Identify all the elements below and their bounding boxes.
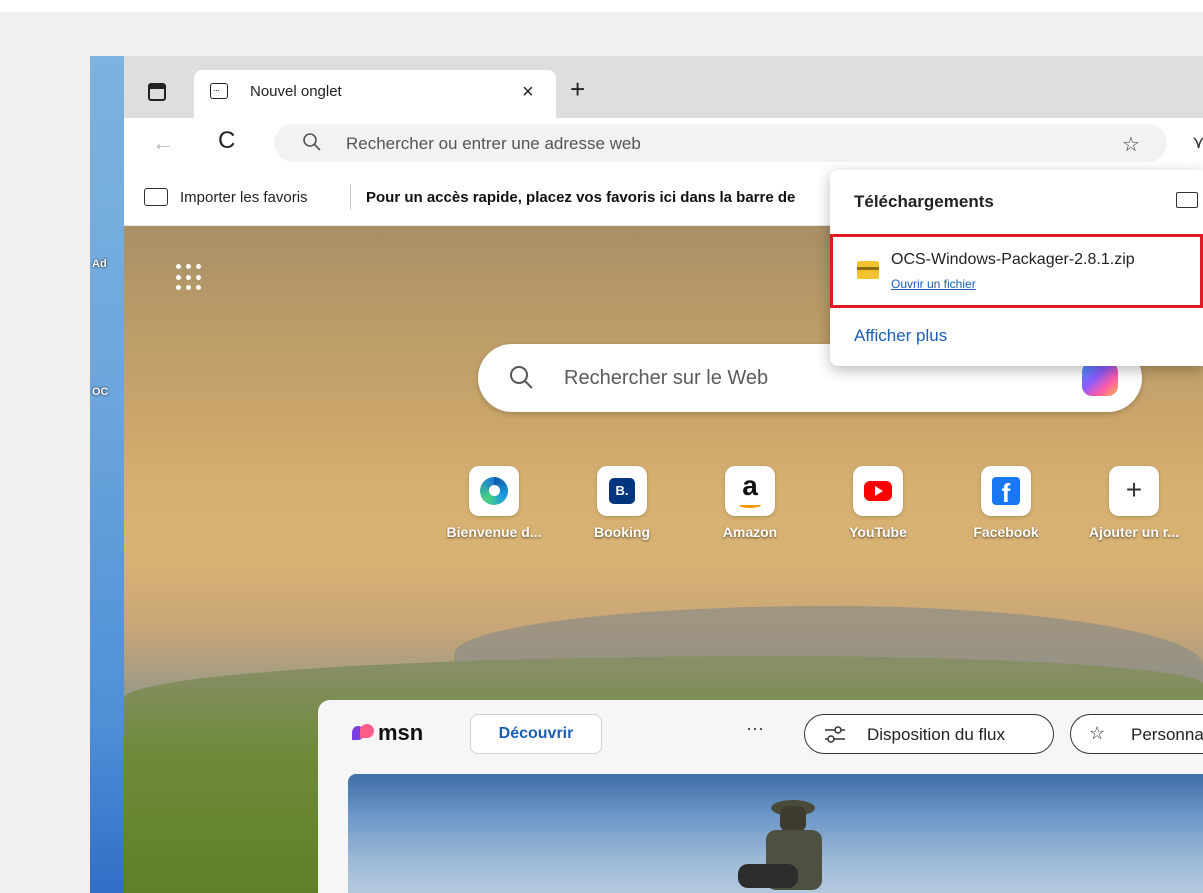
quick-link-booking[interactable]: B. Booking xyxy=(562,466,682,540)
amazon-icon: a xyxy=(742,470,758,501)
desktop-background: Ad OC xyxy=(90,56,124,893)
address-placeholder: Rechercher ou entrer une adresse web xyxy=(346,134,641,153)
open-file-link[interactable]: Ouvrir un fichier xyxy=(891,277,976,291)
quick-link-label: Facebook xyxy=(973,524,1039,540)
new-tab-button[interactable]: + xyxy=(570,76,585,102)
booking-icon: B. xyxy=(609,478,635,504)
quick-link-facebook[interactable]: f Facebook xyxy=(946,466,1066,540)
search-icon xyxy=(510,366,533,389)
personalize-button[interactable]: ☆ Personnaliser xyxy=(1070,714,1203,754)
quick-link-label: YouTube xyxy=(849,524,907,540)
tab-new-tab[interactable]: Nouvel onglet × xyxy=(194,70,556,118)
youtube-icon xyxy=(864,481,892,501)
quick-link-youtube[interactable]: YouTube xyxy=(818,466,938,540)
address-bar[interactable]: Rechercher ou entrer une adresse web ☆ xyxy=(274,124,1167,162)
import-favorites-icon xyxy=(144,188,168,206)
quick-link-label: Ajouter un r... xyxy=(1088,524,1180,540)
reload-icon[interactable]: C xyxy=(218,127,235,155)
top-strip xyxy=(0,0,1203,12)
desktop-label[interactable]: OC xyxy=(92,386,109,398)
download-item[interactable]: OCS-Windows-Packager-2.8.1.zip Ouvrir un… xyxy=(830,234,1203,308)
amazon-smile xyxy=(739,502,761,508)
news-image[interactable] xyxy=(348,774,1203,893)
feed-layout-label: Disposition du flux xyxy=(867,725,1005,744)
downloads-panel: Téléchargements OCS-Windows-Packager-2.8… xyxy=(830,170,1203,366)
news-photo-figure xyxy=(738,800,822,890)
quick-link-amazon[interactable]: a Amazon xyxy=(690,466,810,540)
new-tab-icon xyxy=(210,83,228,99)
personalize-label: Personnaliser xyxy=(1131,725,1203,744)
vertical-tabs-icon[interactable] xyxy=(148,83,166,101)
quick-link-edge[interactable]: Bienvenue d... xyxy=(434,466,554,540)
quick-link-label: Bienvenue d... xyxy=(446,524,542,540)
sliders-icon xyxy=(825,726,845,743)
plus-icon: + xyxy=(1125,474,1143,505)
msn-brand: msn xyxy=(378,720,424,745)
discover-button[interactable]: Découvrir xyxy=(470,714,602,754)
quick-link-label: Booking xyxy=(594,524,650,540)
close-tab-icon[interactable]: × xyxy=(522,81,534,104)
favorites-divider xyxy=(350,184,351,210)
tab-title: Nouvel onglet xyxy=(250,83,342,100)
zip-folder-icon xyxy=(857,261,879,279)
feed-layout-button[interactable]: Disposition du flux xyxy=(804,714,1054,754)
quick-link-add[interactable]: + Ajouter un r... xyxy=(1074,466,1194,540)
msn-feed: msn Découvrir ··· Disposition du flux ☆ … xyxy=(318,700,1203,893)
desktop-label[interactable]: Ad xyxy=(92,258,107,270)
favorites-hint: Pour un accès rapide, placez vos favoris… xyxy=(366,189,796,206)
toolbar-extension-icon[interactable]: ⋎ xyxy=(1192,132,1203,153)
search-icon xyxy=(303,133,321,151)
download-file-name: OCS-Windows-Packager-2.8.1.zip xyxy=(891,251,1135,268)
tab-bar: Nouvel onglet × + xyxy=(124,56,1203,118)
sparkle-star-icon: ☆ xyxy=(1089,723,1106,743)
msn-logo-icon xyxy=(352,724,374,742)
apps-launcher-icon[interactable] xyxy=(176,264,204,292)
downloads-title: Téléchargements xyxy=(854,192,994,211)
open-folder-icon[interactable] xyxy=(1176,192,1198,208)
toolbar: ← C Rechercher ou entrer une adresse web… xyxy=(124,118,1203,170)
facebook-icon: f xyxy=(992,477,1020,508)
add-favorite-icon[interactable]: ☆ xyxy=(1122,132,1140,157)
copilot-icon[interactable] xyxy=(1082,362,1118,396)
import-favorites-button[interactable]: Importer les favoris xyxy=(180,189,308,206)
back-icon[interactable]: ← xyxy=(152,130,174,156)
quick-link-label: Amazon xyxy=(722,524,778,540)
edge-icon xyxy=(480,477,508,505)
quick-links: Bienvenue d... B. Booking a Amazon YouTu… xyxy=(434,466,1194,566)
show-more-link[interactable]: Afficher plus xyxy=(854,326,947,346)
more-options-icon[interactable]: ··· xyxy=(746,718,764,739)
web-search-placeholder: Rechercher sur le Web xyxy=(564,367,769,389)
